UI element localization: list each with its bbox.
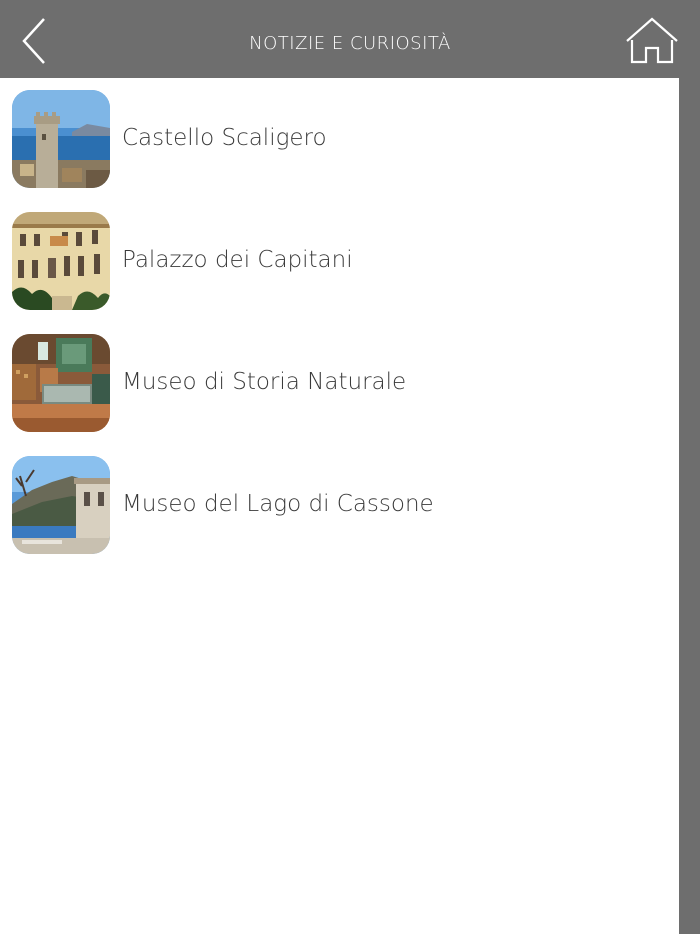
- list-item-label: Museo di Storia Naturale: [122, 369, 407, 395]
- home-button[interactable]: [622, 14, 682, 68]
- palace-facade-thumbnail: [12, 212, 110, 310]
- list-item-museo-lago-cassone[interactable]: Museo del Lago di Cassone: [0, 444, 679, 554]
- list-item-label: Palazzo dei Capitani: [122, 247, 353, 273]
- content-area: Castello Scaligero Palazzo dei Capitani …: [0, 78, 679, 934]
- list-item-museo-storia-naturale[interactable]: Museo di Storia Naturale: [0, 322, 679, 432]
- museum-interior-thumbnail: [12, 334, 110, 432]
- app-screen: NOTIZIE E CURIOSITÀ Castello Scaligero P…: [0, 0, 700, 934]
- castle-tower-thumbnail: [12, 90, 110, 188]
- right-edge-strip: [679, 78, 700, 934]
- lake-shore-thumbnail: [12, 456, 110, 554]
- list-item-palazzo-dei-capitani[interactable]: Palazzo dei Capitani: [0, 200, 679, 310]
- navigation-bar: NOTIZIE E CURIOSITÀ: [0, 0, 700, 78]
- list-item-label: Castello Scaligero: [122, 125, 327, 151]
- page-title: NOTIZIE E CURIOSITÀ: [249, 33, 451, 54]
- list-item-castello-scaligero[interactable]: Castello Scaligero: [0, 78, 679, 188]
- list-item-label: Museo del Lago di Cassone: [122, 491, 434, 517]
- home-icon: [626, 17, 678, 64]
